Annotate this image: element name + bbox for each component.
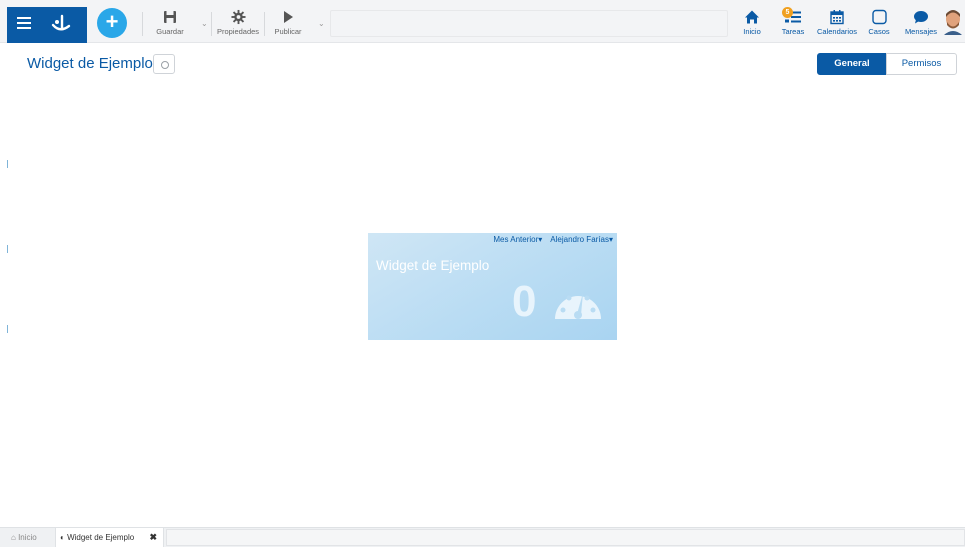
app-logo-icon[interactable] [49,13,73,37]
nav-home-label: Inicio [743,27,761,36]
bottom-tab-home-label: Inicio [18,533,37,542]
user-filter[interactable]: Alejandro Farías▾ [546,235,613,244]
widget-filters: Mes Anterior▾ Alejandro Farías▾ [485,235,613,244]
nav-calendars-label: Calendarios [816,27,858,36]
widget-icon: ◐ [60,533,65,542]
top-toolbar: + Guardar ⌄ Propiedades Publicar ⌄ Inici… [0,0,965,43]
user-avatar[interactable] [943,9,963,35]
gauge-icon [555,293,601,319]
save-label: Guardar [156,27,184,36]
calendar-icon [830,10,844,25]
nav-cases[interactable]: Casos [866,9,892,36]
case-icon [871,9,887,25]
publish-button[interactable]: Publicar [271,9,305,36]
period-filter-label: Mes Anterior [493,235,539,244]
user-filter-label: Alejandro Farías [550,235,609,244]
save-button[interactable]: Guardar [153,9,187,36]
edge-mark [7,245,8,253]
nav-home[interactable]: Inicio [738,9,766,36]
widget-title: Widget de Ejemplo [376,258,490,273]
tab-general[interactable]: General [817,53,887,75]
gear-icon [230,9,246,25]
message-icon [914,11,928,24]
page: + Guardar ⌄ Propiedades Publicar ⌄ Inici… [0,0,965,547]
bottom-tab-widget[interactable]: ◐ Widget de Ejemplo ✖ [55,528,164,547]
period-filter[interactable]: Mes Anterior▾ [489,235,542,244]
nav-tasks[interactable]: 5 Tareas [779,7,807,36]
home-icon: ⌂ [11,533,16,542]
nav-calendars[interactable]: Calendarios [814,9,860,36]
title-options-button[interactable] [153,54,175,74]
edge-mark [7,160,8,168]
properties-label: Propiedades [216,27,260,36]
bottom-bar-empty-area [166,529,965,546]
publish-dropdown-chevron-icon[interactable]: ⌄ [318,19,325,28]
play-icon [284,11,293,23]
toolbar-divider [142,12,143,36]
widget-card[interactable]: Mes Anterior▾ Alejandro Farías▾ Widget de… [368,233,617,340]
bottom-tab-bar: ⌂ Inicio ◐ Widget de Ejemplo ✖ [0,527,965,547]
properties-button[interactable]: Propiedades [214,9,262,36]
bottom-tab-widget-label: Widget de Ejemplo [67,533,135,542]
nav-cases-label: Casos [868,27,890,36]
save-icon [164,11,176,23]
edge-mark [7,325,8,333]
bottom-tab-home[interactable]: ⌂ Inicio [7,528,53,547]
tasks-count-badge: 5 [782,7,793,18]
home-icon [745,10,759,24]
nav-tasks-label: Tareas [781,27,805,36]
toolbar-divider [264,12,265,36]
add-button[interactable]: + [97,8,127,38]
hamburger-menu-icon[interactable] [17,17,31,29]
toolbar-divider [211,12,212,36]
nav-messages-label: Mensajes [904,27,938,36]
widget-value: 0 [512,277,537,326]
publish-label: Publicar [274,27,302,36]
menu-block [7,7,87,43]
toolbar-empty-area [330,10,728,37]
save-dropdown-chevron-icon[interactable]: ⌄ [201,19,208,28]
tab-permissions[interactable]: Permisos [886,53,957,75]
nav-messages[interactable]: Mensajes [902,9,940,36]
close-tab-icon[interactable]: ✖ [149,528,157,547]
page-title: Widget de Ejemplo [27,55,153,72]
